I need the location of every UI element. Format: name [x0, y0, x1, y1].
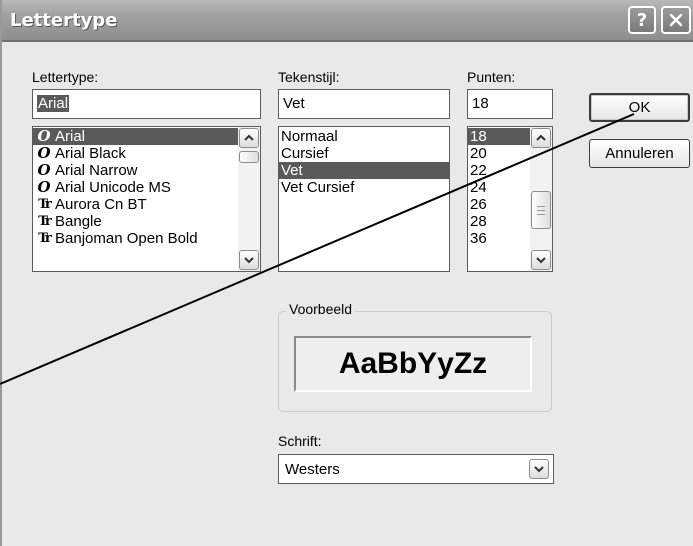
size-list-item-label: 24: [470, 179, 487, 196]
script-dropdown-button[interactable]: [529, 459, 549, 479]
style-list-item[interactable]: Cursief: [279, 145, 449, 162]
style-list-item[interactable]: Normaal: [279, 128, 449, 145]
script-select-value: Westers: [285, 461, 340, 478]
chevron-down-icon: [536, 257, 546, 264]
size-scroll-thumb[interactable]: [531, 191, 551, 229]
style-list-item-label: Vet Cursief: [281, 179, 355, 196]
window-title: Lettertype: [10, 10, 118, 31]
font-list-item[interactable]: Tr Banjoman Open Bold: [33, 230, 260, 247]
font-list-item[interactable]: O Arial Narrow: [33, 161, 260, 180]
size-input[interactable]: 18: [467, 89, 553, 119]
grip-icon: [537, 205, 545, 215]
font-label: Lettertype:: [32, 69, 99, 85]
cancel-button[interactable]: Annuleren: [589, 139, 690, 168]
size-list-item-label: 18: [470, 128, 487, 145]
size-scroll-down-button[interactable]: [531, 250, 551, 270]
size-list-item-label: 20: [470, 145, 487, 162]
script-select[interactable]: Westers: [278, 454, 554, 484]
close-icon: [669, 13, 683, 27]
font-list-items: O Arial O Arial Black O Arial Narrow O Arial Un…: [33, 127, 260, 247]
size-list-item-label: 22: [470, 162, 487, 179]
truetype-icon: Tr: [38, 214, 52, 229]
style-list[interactable]: Normaal Cursief Vet Vet Cursief: [278, 126, 450, 272]
style-list-item[interactable]: Vet Cursief: [279, 179, 449, 196]
style-input[interactable]: Vet: [278, 89, 450, 119]
style-list-item-label: Normaal: [281, 128, 338, 145]
font-list-item-label: Aurora Cn BT: [55, 196, 147, 213]
font-list-item[interactable]: Tr Aurora Cn BT: [33, 196, 260, 213]
close-button[interactable]: [661, 6, 691, 34]
O-icon: O: [37, 161, 51, 179]
style-list-item-label: Cursief: [281, 145, 329, 162]
preview-sample: AaBbYyZz: [294, 336, 532, 392]
help-button[interactable]: ?: [628, 6, 656, 34]
O-icon: O: [37, 127, 51, 145]
font-input[interactable]: Arial: [32, 89, 261, 119]
size-list-scrollbar[interactable]: [530, 127, 552, 271]
font-scroll-thumb[interactable]: [239, 151, 259, 163]
font-scroll-up-button[interactable]: [239, 128, 259, 148]
chevron-down-icon: [244, 257, 254, 264]
truetype-icon: Tr: [38, 197, 52, 212]
ok-button[interactable]: OK: [589, 93, 690, 122]
font-list-item[interactable]: O Arial Black: [33, 144, 260, 163]
font-list-item-label: Arial Black: [55, 145, 126, 162]
style-list-item[interactable]: Vet: [279, 162, 449, 179]
size-list[interactable]: 18 20 22 24 26 28 36: [467, 126, 553, 272]
font-list-item-label: Arial Unicode MS: [55, 179, 171, 196]
style-label: Tekenstijl:: [278, 69, 340, 85]
chevron-down-icon: [534, 466, 544, 473]
size-scroll-up-button[interactable]: [531, 128, 551, 148]
size-label: Punten:: [467, 69, 516, 85]
font-list-item[interactable]: O Arial: [33, 128, 260, 145]
font-scroll-down-button[interactable]: [239, 250, 259, 270]
font-list[interactable]: O Arial O Arial Black O Arial Narrow O Arial Un…: [32, 126, 261, 272]
font-dialog: Lettertype ? Lettertype: Arial O Arial O Ar…: [0, 0, 693, 546]
font-list-item-label: Arial Narrow: [55, 162, 138, 179]
script-label: Schrift:: [278, 433, 322, 449]
size-list-item-label: 26: [470, 196, 487, 213]
font-input-value: Arial: [37, 95, 70, 112]
chevron-up-icon: [536, 134, 546, 141]
font-list-scrollbar[interactable]: [238, 127, 260, 271]
font-list-item[interactable]: Tr Bangle: [33, 213, 260, 230]
font-list-item-label: Banjoman Open Bold: [55, 230, 198, 247]
font-list-item-label: Arial: [55, 128, 86, 145]
chevron-up-icon: [244, 134, 254, 141]
size-list-item-label: 36: [470, 230, 487, 247]
style-list-item-label: Vet: [281, 162, 303, 179]
font-list-item[interactable]: O Arial Unicode MS: [33, 178, 260, 197]
font-list-item-label: Bangle: [55, 213, 102, 230]
title-bar[interactable]: Lettertype ?: [2, 0, 693, 42]
help-icon: ?: [636, 9, 648, 31]
preview-label: Voorbeeld: [286, 301, 356, 317]
O-icon: O: [37, 178, 51, 196]
O-icon: O: [37, 144, 51, 162]
style-list-items: Normaal Cursief Vet Vet Cursief: [279, 127, 449, 196]
size-list-item-label: 28: [470, 213, 487, 230]
truetype-icon: Tr: [38, 231, 52, 246]
